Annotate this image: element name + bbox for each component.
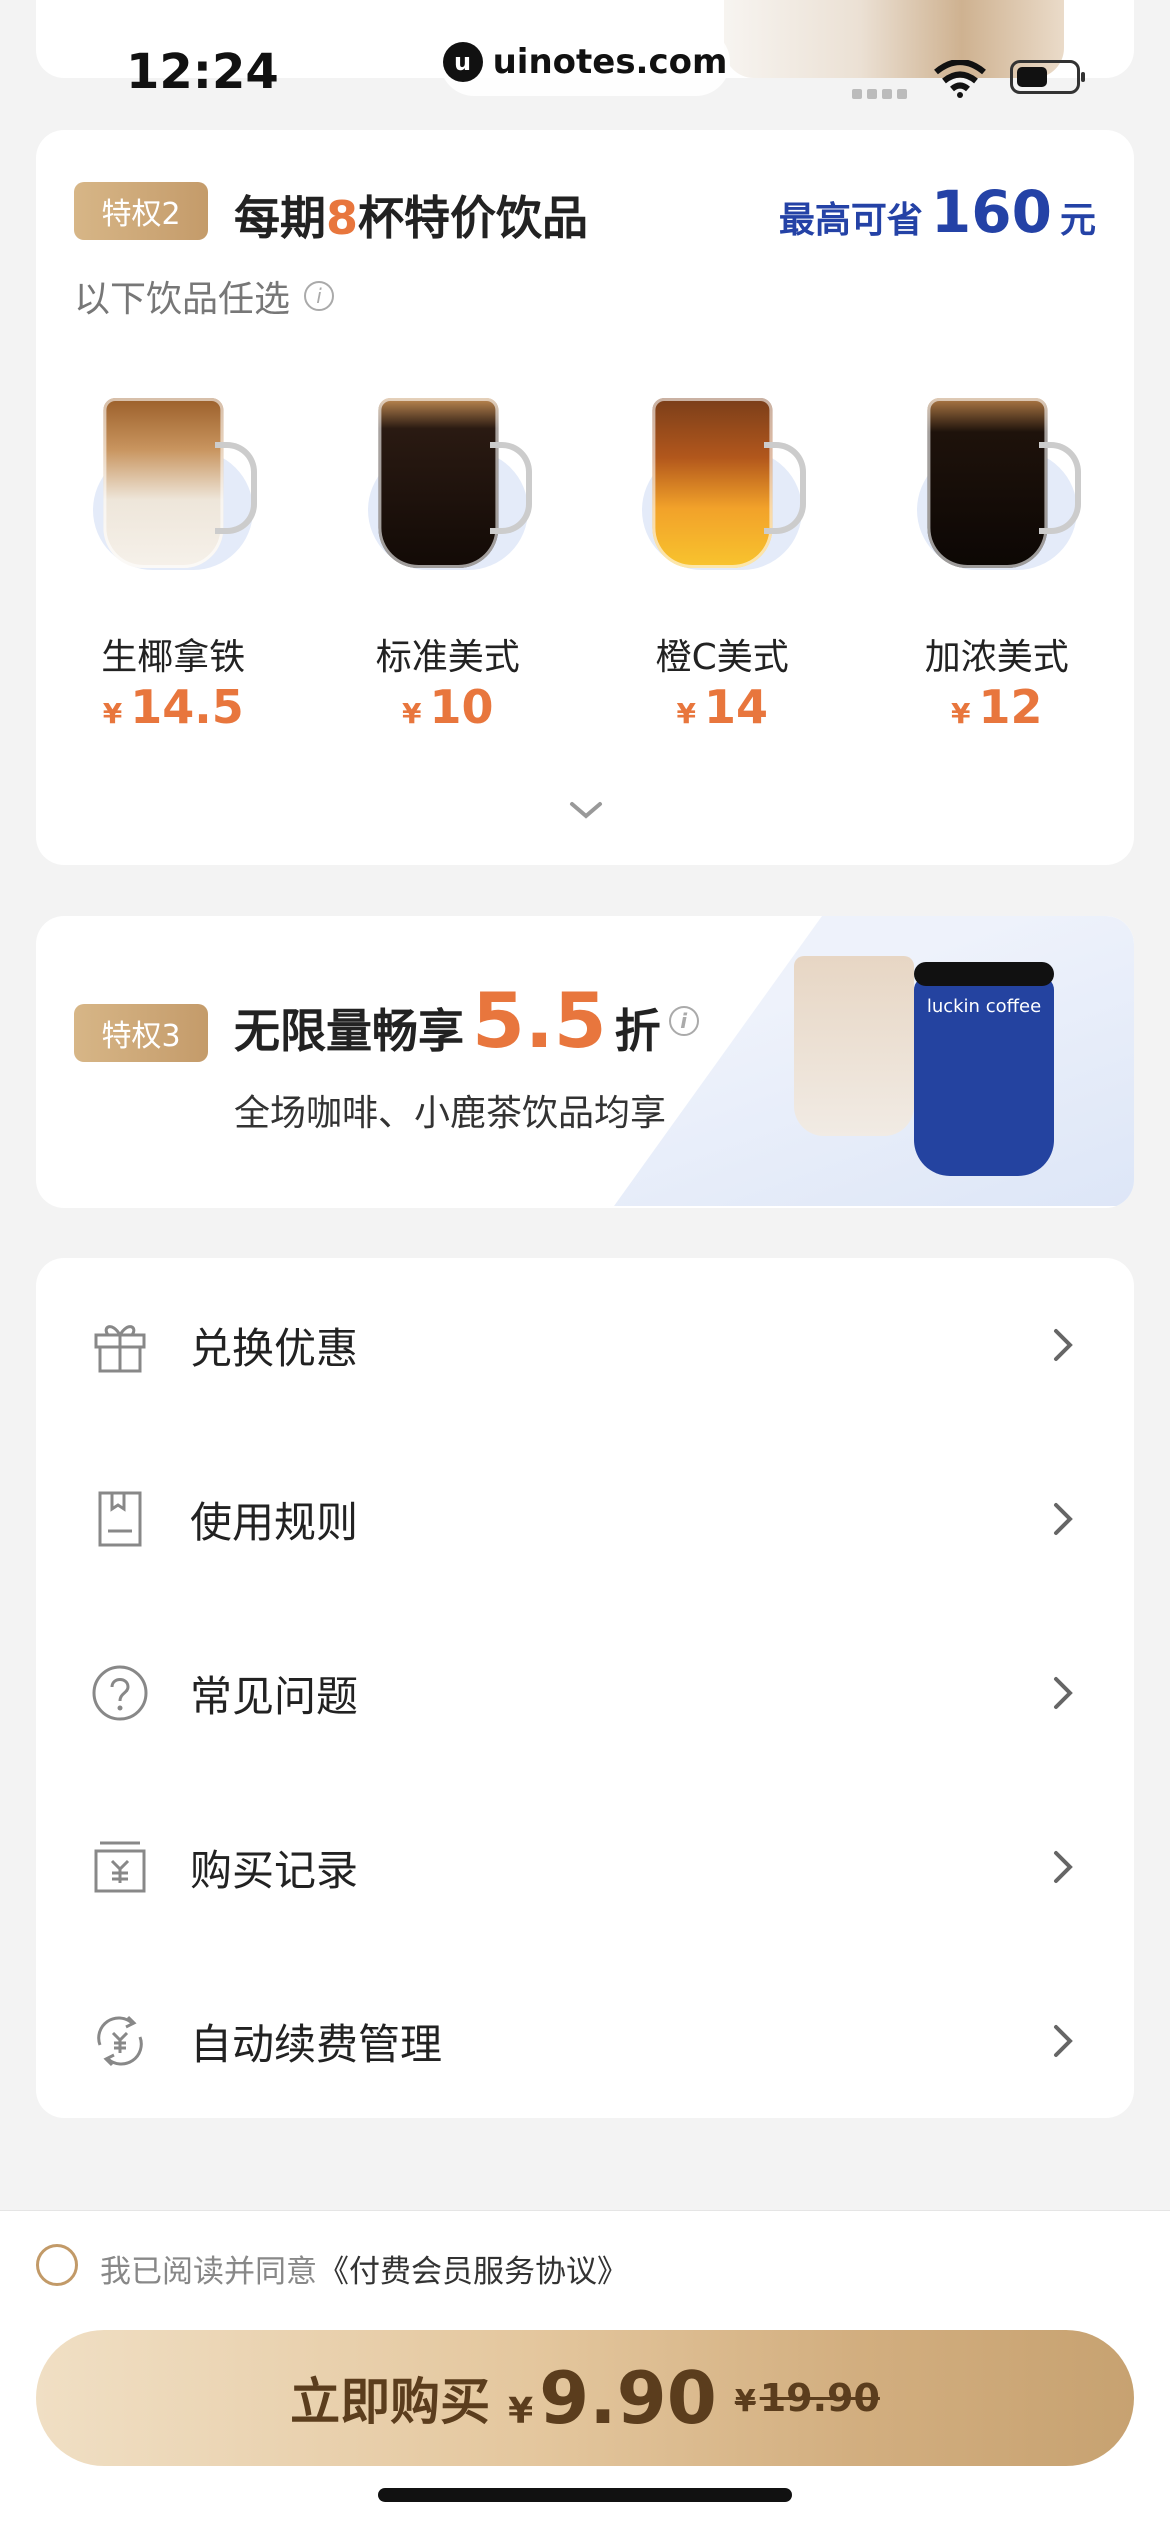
agreement-checkbox[interactable]: [36, 2244, 78, 2286]
home-indicator: [378, 2488, 792, 2502]
double-americano-image: [927, 398, 1048, 568]
max-savings: 最高可省 160 元: [778, 178, 1096, 246]
perk2-subtitle: 以下饮品任选 i: [74, 270, 335, 322]
agreement-text: 我已阅读并同意: [100, 2254, 317, 2290]
drink-item[interactable]: 橙C美式 ¥14: [585, 390, 860, 734]
iced-coconut-latte-image: [103, 398, 224, 568]
chevron-right-icon: [1054, 1503, 1073, 1535]
iced-latte-image: [794, 956, 914, 1136]
status-time: 12:24: [126, 44, 279, 100]
luckin-cup-image: luckin coffee: [914, 962, 1054, 1176]
site-url: uinotes.com: [492, 42, 728, 82]
perk2-card: 特权2 每期8杯特价饮品 最高可省 160 元 以下饮品任选 i 生椰拿铁 ¥14.…: [36, 130, 1134, 865]
rules-icon: [98, 1491, 142, 1547]
perk2-title: 每期8杯特价饮品: [234, 191, 589, 245]
site-logo-icon: u: [442, 42, 483, 82]
url-pill: u uinotes.com: [440, 28, 730, 96]
chevron-right-icon: [1054, 1329, 1073, 1361]
americano-image: [378, 398, 499, 568]
wifi-icon: [934, 60, 986, 98]
perk2-badge: 特权2: [74, 182, 208, 240]
menu-item-rules[interactable]: 使用规则: [36, 1432, 1134, 1606]
perk3-card: luckin coffee 特权3 无限量畅享 5.5 折 i 全场咖啡、小鹿茶饮品…: [36, 916, 1134, 1208]
info-icon[interactable]: i: [304, 281, 335, 311]
renew-icon: [97, 2015, 143, 2067]
menu-item-faq[interactable]: 常见问题: [36, 1606, 1134, 1780]
drink-item[interactable]: 生椰拿铁 ¥14.5: [36, 390, 311, 734]
orange-americano-image: [652, 398, 773, 568]
buy-now-button[interactable]: 立即购买 ¥9.90 ¥19.90: [36, 2330, 1134, 2466]
original-price: ¥19.90: [734, 2376, 880, 2420]
menu-item-redeem[interactable]: 兑换优惠: [36, 1258, 1134, 1432]
receipt-icon: [94, 1841, 146, 1893]
status-bar: 12:24 u uinotes.com: [0, 0, 1170, 150]
chevron-down-icon[interactable]: [566, 790, 606, 830]
drink-item[interactable]: 加浓美式 ¥12: [860, 390, 1135, 734]
drink-list: 生椰拿铁 ¥14.5 标准美式 ¥10 橙C美式 ¥14 加浓美式 ¥12: [36, 390, 1135, 734]
menu-list: 兑换优惠 使用规则 常见问题 购买记录 自动续费管理: [36, 1258, 1134, 2118]
info-icon[interactable]: i: [668, 1005, 699, 1036]
signal-icon: [852, 84, 914, 99]
battery-icon: [1010, 60, 1085, 94]
current-price: ¥9.90: [508, 2356, 717, 2440]
perk3-title: 无限量畅享 5.5 折 i: [234, 976, 699, 1065]
chevron-right-icon: [1054, 2025, 1073, 2057]
question-icon: [92, 1665, 148, 1721]
menu-item-auto-renew[interactable]: 自动续费管理: [36, 1954, 1134, 2118]
perk3-badge: 特权3: [74, 1004, 208, 1062]
menu-item-purchase-history[interactable]: 购买记录: [36, 1780, 1134, 1954]
agreement-link[interactable]: 《付费会员服务协议》: [318, 2246, 628, 2291]
perk3-subtitle: 全场咖啡、小鹿茶饮品均享: [234, 1093, 667, 1134]
gift-icon: [94, 1325, 146, 1373]
chevron-right-icon: [1054, 1851, 1073, 1883]
chevron-right-icon: [1054, 1677, 1073, 1709]
drink-item[interactable]: 标准美式 ¥10: [311, 390, 586, 734]
